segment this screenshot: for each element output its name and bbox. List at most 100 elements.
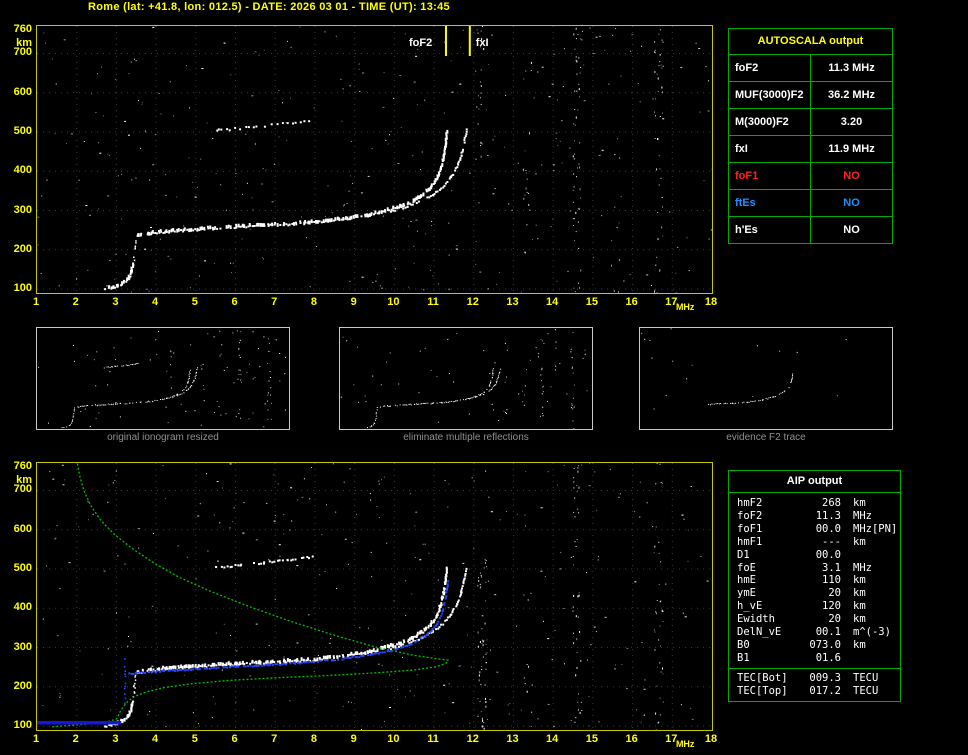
autoscala-screen: Rome (lat: +41.8, lon: 012.5) - DATE: 20…: [0, 0, 968, 755]
aip-row-value: 20: [828, 587, 841, 600]
aip-row-unit: MHz: [853, 561, 872, 574]
autoscala-row: MUF(3000)F2 36.2 MHz: [729, 82, 892, 109]
x-axis-tick-label: 2: [72, 733, 79, 745]
aip-output-table: AIP output hmF2 268 km foF2 11.3 MHz foF1 00.0 MH…: [728, 470, 901, 702]
aip-row: B0 073.0 km: [737, 639, 894, 652]
aip-row-value: 009.3: [809, 671, 841, 684]
aip-row-unit: MHz: [853, 522, 872, 535]
autoscala-row-value: 11.3 MHz: [828, 62, 875, 74]
aip-row: foF1 00.0 MHz [PN]: [737, 522, 898, 536]
aip-row-label: D1: [737, 548, 750, 561]
aip-row-unit: [841, 549, 894, 562]
aip-row-value: 017.2: [809, 684, 841, 697]
aip-row: hmF2 268 km: [737, 497, 894, 510]
y-axis-tick-label: 760: [13, 459, 32, 472]
autoscala-row-value: 11.9 MHz: [828, 143, 875, 155]
aip-row: hmF1 --- km: [737, 536, 894, 549]
x-axis-tick-label: 4: [152, 733, 159, 745]
y-axis-tick-label: 300: [13, 640, 32, 653]
x-axis-tick-label: 11: [427, 296, 439, 308]
aip-row-unit: MHz: [853, 509, 872, 522]
x-axis-tick-label: 16: [625, 733, 638, 745]
aip-row: ymE 20 km: [737, 587, 894, 600]
autoscala-row-value: NO: [843, 197, 860, 209]
aip-row: B1 01.6: [737, 652, 894, 665]
autoscala-row-label: M(3000)F2: [729, 109, 811, 135]
aip-row-label: h_vE: [737, 600, 763, 613]
aip-row-value: 01.6: [815, 651, 841, 664]
y-axis-tick-label: 100: [13, 282, 32, 295]
aip-row-label: Ewidth: [737, 613, 775, 626]
aip-row-value: 110: [822, 574, 841, 587]
aip-row-label: TEC[Bot]: [737, 671, 788, 684]
x-axis-tick-label: 5: [191, 733, 198, 745]
aip-row-unit: TECU: [853, 671, 879, 684]
aip-row-unit: km: [853, 613, 866, 626]
aip-row-unit: TECU: [853, 684, 879, 697]
y-axis-tick-label: 400: [13, 601, 32, 614]
autoscala-row-value: NO: [843, 170, 860, 182]
x-axis-tick-label: 12: [466, 733, 479, 745]
aip-row: TEC[Top] 017.2 TECU: [737, 685, 894, 698]
y-axis-tick-label: 200: [13, 242, 32, 255]
aip-row-label: B1: [737, 651, 750, 664]
aip-row-unit: km: [853, 535, 866, 548]
thumbnail-caption-original: original ionogram resized: [107, 432, 219, 443]
thumbnail-canvas-1: [340, 329, 588, 429]
thumbnail-original-ionogram: [36, 327, 290, 430]
x-axis-tick-label: 7: [271, 733, 278, 745]
aip-row-value: ---: [822, 535, 841, 548]
aip-row-unit: [841, 652, 894, 665]
aip-table-title: AIP output: [729, 471, 900, 493]
x-axis-tick-label: 3: [112, 296, 119, 308]
y-axis-tick-label: 100: [13, 719, 32, 732]
thumbnail-eliminate-reflections: [339, 327, 593, 430]
x-axis-tick-label: 13: [506, 733, 519, 745]
aip-row-unit: km: [853, 600, 866, 613]
y-axis-tick-label: 200: [13, 679, 32, 692]
aip-row-label: foF1: [737, 522, 763, 535]
autoscala-row-label: foF2: [729, 55, 811, 81]
aip-row-label: hmF2: [737, 497, 763, 509]
x-axis-unit-label: MHz: [675, 739, 695, 749]
x-axis-tick-label: 13: [506, 296, 519, 308]
aip-row-label: hmF1: [737, 535, 763, 548]
x-axis-tick-label: 9: [350, 296, 357, 308]
x-axis-tick-label: 16: [625, 296, 638, 308]
x-axis-tick-label: 2: [72, 296, 79, 308]
aip-row-label: DelN_vE: [737, 626, 782, 639]
y-axis-tick-label: 600: [13, 522, 32, 535]
x-axis-tick-label: 1: [32, 296, 40, 308]
thumbnail-caption-evidence: evidence F2 trace: [726, 432, 806, 443]
x-axis-tick-label: 8: [310, 733, 317, 745]
aip-row: hmE 110 km: [737, 574, 894, 587]
ionogram-restored-canvas: [37, 463, 712, 731]
aip-row-value: 120: [822, 600, 841, 613]
ionogram-main-canvas: [37, 26, 713, 294]
aip-table-body: hmF2 268 km foF2 11.3 MHz foF1 00.0 MHz [PN] hmF1-…: [729, 493, 900, 668]
autoscala-row: foF2 11.3 MHz: [729, 55, 892, 82]
aip-row-note: [PN]: [871, 522, 898, 535]
thumbnail-canvas-2: [641, 328, 847, 410]
y-axis-tick-label: 400: [13, 164, 32, 177]
thumbnail-evidence-f2-trace: [639, 327, 893, 430]
x-axis-tick-label: 7: [271, 296, 278, 308]
autoscala-table-title: AUTOSCALA output: [729, 29, 892, 55]
autoscala-output-table: AUTOSCALA output foF2 11.3 MHz MUF(3000)F2 3…: [728, 28, 893, 244]
y-axis-unit-label: km: [16, 36, 32, 49]
x-axis-tick-label: 10: [387, 733, 400, 745]
aip-tec-section: TEC[Bot] 009.3 TECU TEC[Top] 017.2 TECU: [729, 667, 900, 701]
x-axis-tick-label: 10: [387, 296, 400, 308]
y-axis-tick-label: 600: [13, 85, 32, 98]
autoscala-row-value: 3.20: [840, 116, 863, 128]
aip-row-label: hmE: [737, 574, 756, 587]
aip-row-value: 268: [822, 497, 841, 509]
ionogram-main-plot: foF2 fxI: [36, 25, 713, 294]
y-axis-tick-label: 500: [13, 562, 32, 574]
autoscala-row-label: MUF(3000)F2: [729, 82, 811, 108]
aip-row-label: foF2: [737, 509, 763, 522]
aip-row: foE 3.1 MHz: [737, 562, 894, 575]
aip-row: Ewidth 20 km: [737, 613, 894, 626]
x-axis-tick-label: 1: [32, 733, 40, 745]
aip-row-value: 3.1: [822, 561, 841, 574]
